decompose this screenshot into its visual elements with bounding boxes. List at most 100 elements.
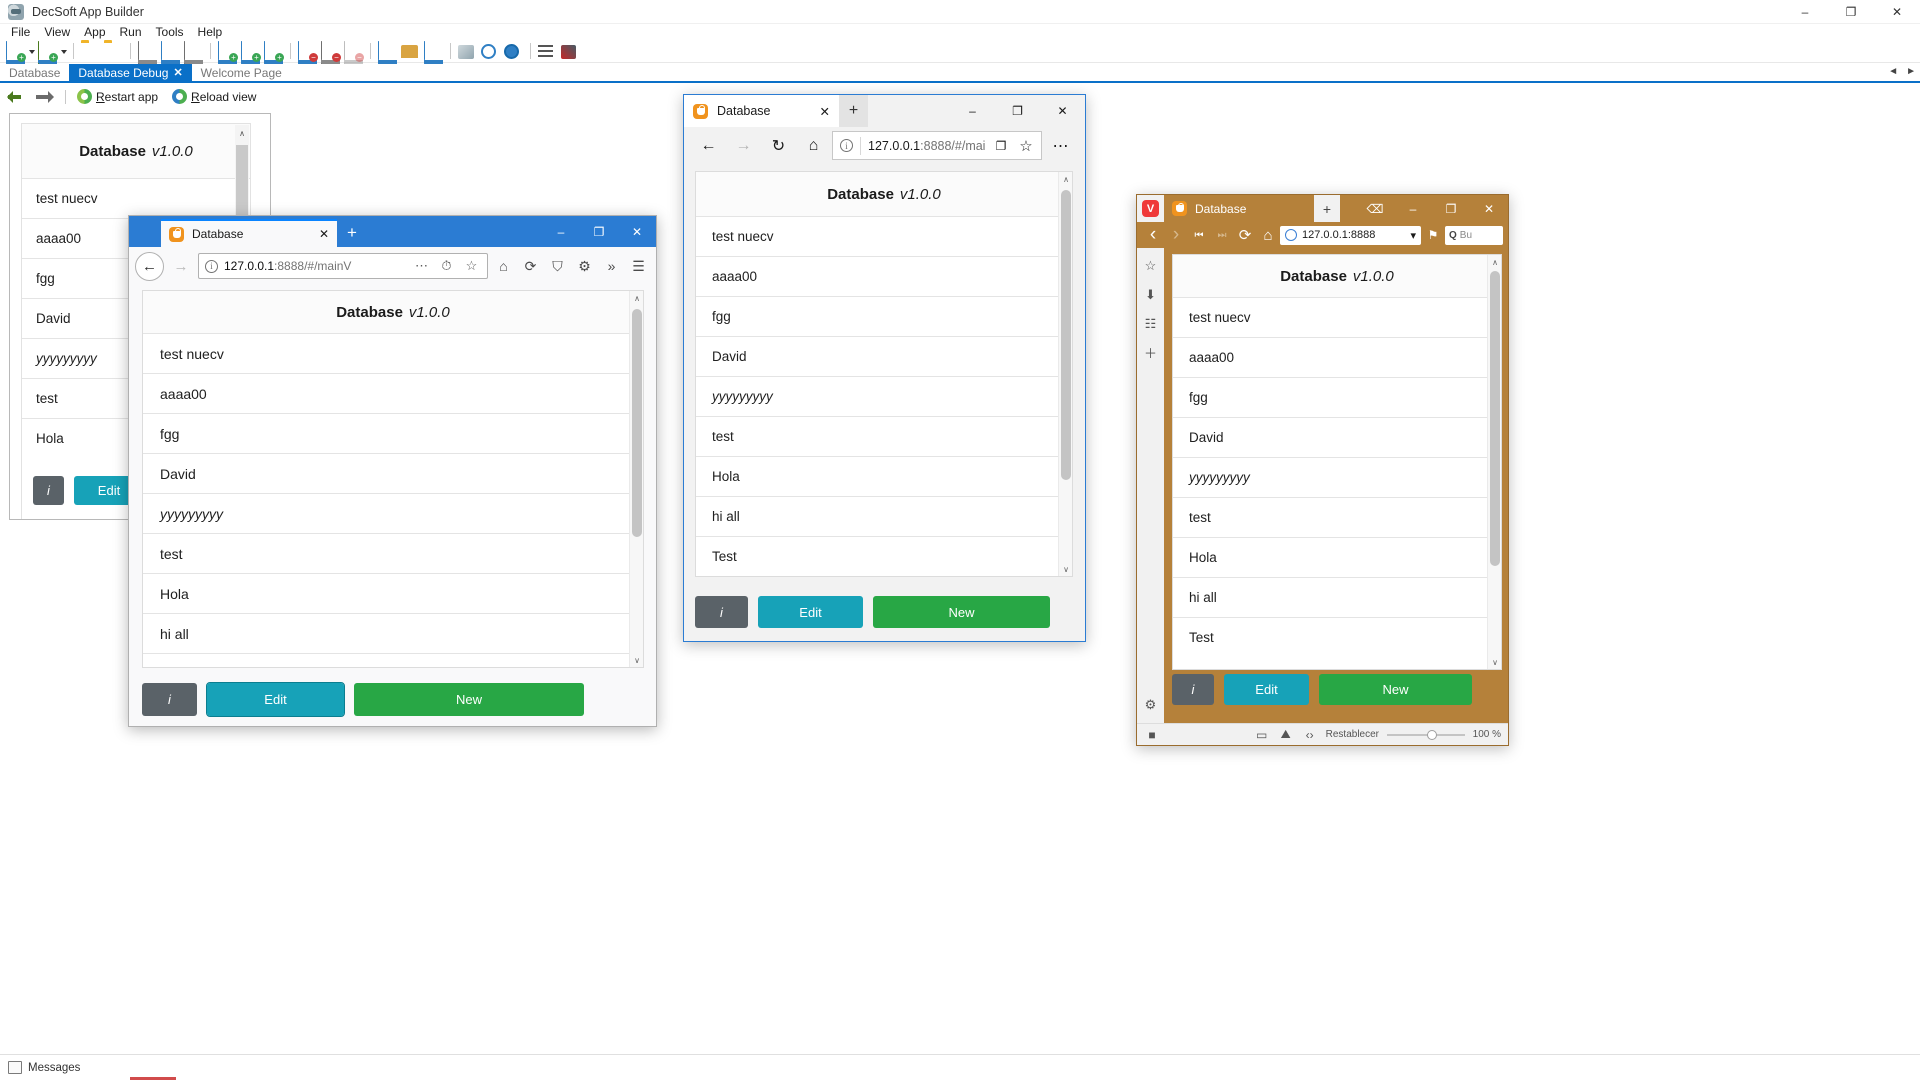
edge-maximize-button[interactable]: ❐ bbox=[995, 95, 1040, 127]
remove-page-icon[interactable]: − bbox=[321, 40, 341, 82]
edge-minimize-button[interactable]: – bbox=[950, 95, 995, 127]
site-info-icon[interactable]: i bbox=[840, 139, 853, 152]
edge-new-tab-button[interactable]: + bbox=[839, 95, 868, 127]
list-item[interactable]: yyyyyyyyy bbox=[143, 493, 629, 533]
run-icon[interactable] bbox=[504, 42, 523, 61]
firefox-forward-button[interactable]: → bbox=[168, 253, 194, 279]
list-item[interactable]: test nuecv bbox=[1173, 297, 1488, 337]
notes-panel-icon[interactable]: ☷ bbox=[1142, 315, 1159, 332]
favorite-star-icon[interactable]: ☆ bbox=[1013, 130, 1039, 161]
firefox-page-scrollbar[interactable]: ∧ ∨ bbox=[629, 291, 643, 667]
zoom-slider-knob[interactable] bbox=[1427, 729, 1438, 740]
scrollbar-thumb[interactable] bbox=[1061, 190, 1071, 480]
vivaldi-url-dropdown-icon[interactable]: ▾ bbox=[1410, 229, 1416, 242]
save-all-icon[interactable] bbox=[184, 40, 203, 82]
remove-resource-icon[interactable]: − bbox=[344, 40, 364, 82]
firefox-tab-database[interactable]: Database ✕ bbox=[161, 219, 337, 247]
menu-help[interactable]: Help bbox=[191, 24, 230, 40]
info-button[interactable]: i bbox=[695, 596, 748, 628]
edit-button[interactable]: Edit bbox=[758, 596, 863, 628]
new-button[interactable]: New bbox=[354, 683, 584, 716]
settings-panel-icon[interactable]: ⚙ bbox=[1142, 696, 1159, 713]
edge-back-button[interactable]: ← bbox=[692, 130, 725, 161]
run-debug-icon[interactable] bbox=[481, 42, 500, 61]
open-folder-icon[interactable] bbox=[104, 42, 123, 61]
pocket-icon[interactable]: ⏱ bbox=[437, 253, 456, 279]
vivaldi-maximize-button[interactable]: ❐ bbox=[1432, 195, 1470, 222]
site-info-icon[interactable]: i bbox=[205, 259, 218, 273]
firefox-tab-close-icon[interactable]: ✕ bbox=[319, 227, 329, 241]
edge-close-button[interactable]: ✕ bbox=[1040, 95, 1085, 127]
messages-label[interactable]: Messages bbox=[28, 1062, 80, 1074]
docs-icon[interactable] bbox=[424, 40, 443, 82]
firefox-close-button[interactable]: ✕ bbox=[618, 216, 656, 247]
vivaldi-bookmark-icon[interactable]: ⚑ bbox=[1422, 224, 1444, 246]
zoom-reset-label[interactable]: Restablecer bbox=[1326, 729, 1379, 740]
capture-page-icon[interactable]: ▭ bbox=[1254, 727, 1270, 743]
compile-icon[interactable] bbox=[458, 42, 477, 61]
edge-refresh-button[interactable]: ↻ bbox=[762, 130, 795, 161]
info-button[interactable]: i bbox=[33, 476, 64, 505]
list-item[interactable]: David bbox=[696, 336, 1058, 376]
list-item[interactable]: Test bbox=[696, 536, 1058, 576]
menu-view[interactable]: View bbox=[37, 24, 77, 40]
list-item[interactable]: fgg bbox=[696, 296, 1058, 336]
new-project-dropdown-icon[interactable] bbox=[27, 42, 36, 61]
bookmarks-panel-icon[interactable]: ☆ bbox=[1142, 257, 1159, 274]
ide-tab-database-debug[interactable]: Database Debug ✕ bbox=[69, 64, 192, 81]
firefox-address-bar[interactable]: i 127.0.0.1:8888/#/mainV ⋯ ⏱ ☆ bbox=[198, 253, 488, 279]
firefox-maximize-button[interactable]: ❐ bbox=[580, 216, 618, 247]
tabs-scroll-left-icon[interactable]: ◄ bbox=[1888, 66, 1898, 77]
package-icon[interactable] bbox=[401, 42, 420, 61]
list-item[interactable]: Hola bbox=[1173, 537, 1488, 577]
vivaldi-logo[interactable]: V bbox=[1137, 195, 1164, 222]
list-item[interactable]: David bbox=[143, 453, 629, 493]
vivaldi-reload-button[interactable]: ⟳ bbox=[1234, 224, 1256, 246]
hamburger-menu-icon[interactable]: ☰ bbox=[627, 253, 650, 279]
vivaldi-forward-button[interactable]: › bbox=[1165, 224, 1187, 246]
list-item[interactable]: test nuecv bbox=[696, 216, 1058, 256]
menu-app[interactable]: App bbox=[77, 24, 112, 40]
restart-app-button[interactable]: Restart app bbox=[77, 89, 158, 104]
scrollbar-thumb[interactable] bbox=[632, 309, 642, 537]
scroll-down-icon[interactable]: ∨ bbox=[630, 653, 644, 667]
list-item[interactable]: test bbox=[696, 416, 1058, 456]
edge-home-button[interactable]: ⌂ bbox=[797, 130, 830, 161]
edge-tab-database[interactable]: Database ✕ bbox=[684, 95, 839, 127]
tiling-icon[interactable]: ■ bbox=[1144, 727, 1160, 743]
edge-forward-button[interactable]: → bbox=[727, 130, 760, 161]
zoom-slider[interactable] bbox=[1387, 728, 1465, 742]
images-toggle-icon[interactable]: ⛰ bbox=[1278, 727, 1294, 743]
firefox-back-button[interactable]: ← bbox=[135, 251, 164, 281]
debug-forward-icon[interactable] bbox=[34, 90, 54, 104]
settings-gear-icon[interactable]: ⚙ bbox=[573, 253, 596, 279]
scroll-down-icon[interactable]: ∨ bbox=[1059, 562, 1073, 576]
ide-tab-close-icon[interactable]: ✕ bbox=[173, 66, 182, 79]
list-item[interactable]: hi all bbox=[143, 613, 629, 653]
scroll-up-icon[interactable]: ∧ bbox=[630, 291, 644, 305]
add-form-icon[interactable]: + bbox=[218, 40, 238, 82]
list-item[interactable]: test bbox=[143, 533, 629, 573]
info-button[interactable]: i bbox=[142, 683, 197, 716]
list-item[interactable]: hi all bbox=[696, 496, 1058, 536]
edge-tab-close-icon[interactable]: ✕ bbox=[820, 104, 830, 119]
new-button[interactable]: New bbox=[1319, 674, 1472, 705]
edge-more-icon[interactable]: ⋯ bbox=[1044, 130, 1077, 161]
info-button[interactable]: i bbox=[1172, 674, 1214, 705]
menu-file[interactable]: File bbox=[4, 24, 37, 40]
edge-page-scrollbar[interactable]: ∧ ∨ bbox=[1058, 172, 1072, 576]
list-item[interactable]: aaaa00 bbox=[1173, 337, 1488, 377]
tools-icon[interactable] bbox=[561, 42, 580, 61]
recent-projects-dropdown-icon[interactable] bbox=[59, 42, 68, 61]
sort-icon[interactable] bbox=[538, 42, 557, 61]
add-resource-icon[interactable]: + bbox=[264, 40, 284, 82]
vivaldi-home-button[interactable]: ⌂ bbox=[1257, 224, 1279, 246]
scroll-down-icon[interactable]: ∨ bbox=[1488, 655, 1502, 669]
ide-tab-database[interactable]: Database bbox=[0, 64, 70, 81]
reading-view-icon[interactable]: ❐ bbox=[989, 130, 1013, 161]
reload-icon[interactable]: ⟳ bbox=[519, 253, 542, 279]
downloads-panel-icon[interactable]: ⬇ bbox=[1142, 286, 1159, 303]
list-item[interactable]: Hola bbox=[696, 456, 1058, 496]
list-item[interactable]: Hola bbox=[143, 573, 629, 613]
vivaldi-back-button[interactable]: ‹ bbox=[1142, 224, 1164, 246]
